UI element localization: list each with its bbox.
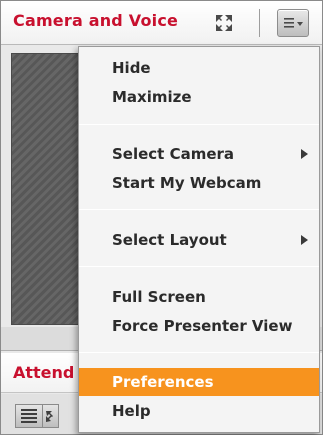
menu-separator xyxy=(79,209,319,210)
hamburger-menu-icon xyxy=(284,18,303,28)
submenu-arrow-icon xyxy=(301,235,308,245)
menu-item-label: Help xyxy=(112,402,151,420)
menu-separator xyxy=(79,352,319,353)
menu-item-label: Select Layout xyxy=(112,231,227,249)
list-view-icon xyxy=(21,409,37,423)
list-view-button[interactable] xyxy=(15,404,43,428)
pod-title: Camera and Voice xyxy=(13,11,179,30)
menu-item-label: Full Screen xyxy=(112,288,206,306)
menu-item-maximize[interactable]: Maximize xyxy=(79,83,319,111)
pod-options-menu: Hide Maximize Select Camera Start My Web… xyxy=(78,46,320,433)
pod-options-button[interactable] xyxy=(277,9,309,37)
menu-item-label: Force Presenter View xyxy=(112,317,293,335)
menu-item-hide[interactable]: Hide xyxy=(79,54,319,82)
grid-view-button[interactable] xyxy=(43,404,59,428)
attendees-pod-title: Attend xyxy=(13,363,75,382)
menu-item-help[interactable]: Help xyxy=(79,397,319,425)
menu-item-label: Preferences xyxy=(112,373,214,391)
pod-header: Camera and Voice xyxy=(1,1,322,45)
menu-item-select-camera[interactable]: Select Camera xyxy=(79,140,319,168)
menu-item-start-my-webcam[interactable]: Start My Webcam xyxy=(79,169,319,197)
menu-item-label: Maximize xyxy=(112,88,192,106)
header-divider xyxy=(259,9,260,37)
menu-item-force-presenter-view[interactable]: Force Presenter View xyxy=(79,312,319,340)
menu-item-label: Select Camera xyxy=(112,145,235,163)
menu-item-full-screen[interactable]: Full Screen xyxy=(79,283,319,311)
menu-item-label: Start My Webcam xyxy=(112,174,262,192)
meeting-window: Camera and Voice Attend Hide Maximize Se… xyxy=(0,0,323,435)
menu-separator xyxy=(79,266,319,267)
menu-item-preferences[interactable]: Preferences xyxy=(79,368,319,396)
grid-view-icon xyxy=(46,411,53,422)
submenu-arrow-icon xyxy=(301,149,308,159)
menu-separator xyxy=(79,124,319,125)
menu-item-label: Hide xyxy=(112,59,151,77)
fullscreen-icon[interactable] xyxy=(214,13,234,33)
menu-item-select-layout[interactable]: Select Layout xyxy=(79,226,319,254)
